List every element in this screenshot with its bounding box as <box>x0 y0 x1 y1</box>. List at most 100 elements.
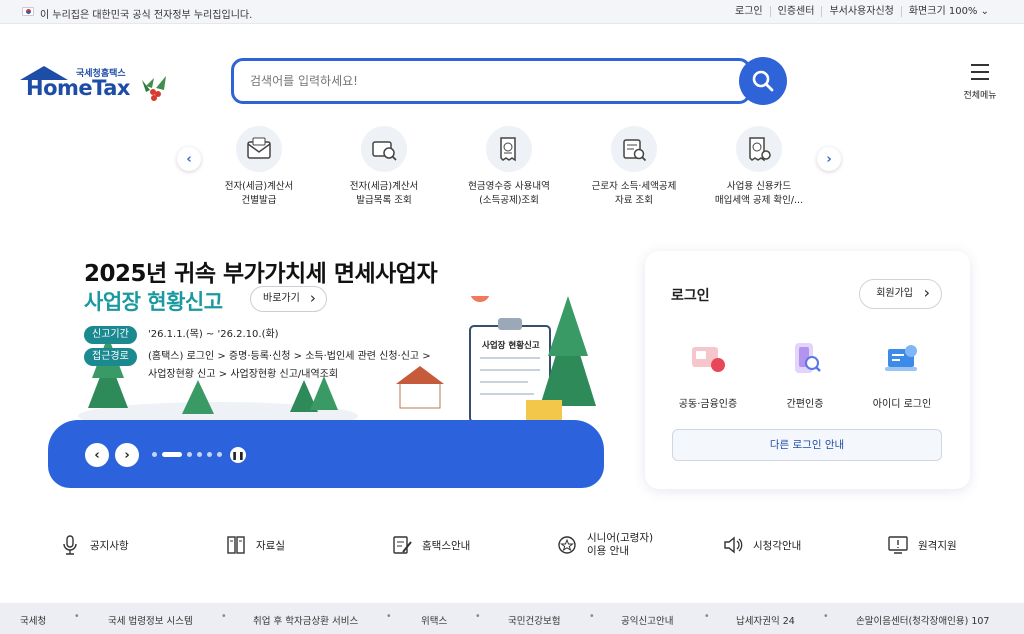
pause-icon: ❚❚ <box>231 450 245 460</box>
service-senior-guide[interactable]: 시니어(고령자) 이용 안내 <box>555 528 653 562</box>
hero-path-line2: 사업장현황 신고 > 사업장현황 신고/내역조회 <box>148 369 339 380</box>
service-hometax-guide[interactable]: 홈택스안내 <box>390 528 470 562</box>
hero-title: 2025년 귀속 부가가치세 면세사업자 <box>84 261 438 287</box>
microphone-icon <box>63 535 77 555</box>
top-link-dept-user[interactable]: 부서사용자신청 <box>821 6 900 17</box>
login-panel: 로그인 회원가입 공동·금융인증 간편인증 아이디 로그인 다른 로그인 안내 <box>645 251 970 489</box>
quick-menu-label-line2: (소득공제)조회 <box>479 195 539 206</box>
quick-menu-item-tax-invoice-list[interactable]: 전자(세금)계산서 발급목록 조회 <box>329 126 439 208</box>
quick-menu-item-cash-receipt[interactable]: 현금영수증 사용내역 (소득공제)조회 <box>454 126 564 208</box>
hero-path-tag: 접근경로 <box>84 348 137 366</box>
service-label-line1: 시니어(고령자) <box>587 532 654 544</box>
hero-path-line1: (홈택스) 로그인 > 증명·등록·신청 > 소득·법인세 관련 신청·신고 > <box>148 351 431 362</box>
simple-auth-icon <box>795 343 821 373</box>
quick-menu-label-line1: 전자(세금)계산서 <box>349 181 419 192</box>
related-site-link[interactable]: 국세 법령정보 시스템 <box>108 613 193 627</box>
simple-login-label: 간편인증 <box>786 399 824 410</box>
archive-icon <box>227 536 245 554</box>
service-label: 공지사항 <box>90 539 129 552</box>
service-label-line2: 이용 안내 <box>587 545 629 557</box>
login-title: 로그인 <box>671 288 710 304</box>
service-notice[interactable]: 공지사항 <box>58 528 129 562</box>
quick-menu-label-line2: 발급목록 조회 <box>356 195 412 206</box>
top-link-cert-center[interactable]: 인증센터 <box>769 6 822 17</box>
certificate-icon <box>692 347 725 372</box>
korea-flag-icon <box>22 7 34 16</box>
quick-menu-item-income-deduction[interactable]: 근로자 소득·세액공제 자료 조회 <box>579 126 689 208</box>
tax-envelope-icon <box>247 137 271 159</box>
service-label: 시청각안내 <box>753 539 802 552</box>
quick-menu-label-line1: 현금영수증 사용내역 <box>468 181 550 192</box>
service-audiovisual-guide[interactable]: 시청각안내 <box>721 528 801 562</box>
pagination-dot[interactable] <box>207 452 212 457</box>
service-label: 원격지원 <box>918 539 957 552</box>
tax-search-icon <box>372 141 397 161</box>
quick-menu-prev-button[interactable]: ‹ <box>177 147 201 171</box>
service-remote-support[interactable]: 원격지원 <box>886 528 957 562</box>
chevron-right-icon: › <box>124 447 130 463</box>
pagination-dot[interactable] <box>152 452 157 457</box>
id-login-label: 아이디 로그인 <box>872 399 932 410</box>
pagination-dot[interactable] <box>187 452 192 457</box>
service-library[interactable]: 자료실 <box>224 528 285 562</box>
related-sites-bar: 국세청 • 국세 법령정보 시스템 • 취업 후 학자금상환 서비스 • 위택스 • 국… <box>0 603 1024 634</box>
cert-login-label: 공동·금융인증 <box>678 399 738 410</box>
id-login-button[interactable]: 아이디 로그인 <box>857 337 947 410</box>
hero-banner[interactable]: 2025년 귀속 부가가치세 면세사업자 사업장 현황신고 바로가기 신고기간 … <box>48 236 604 488</box>
full-menu-button[interactable]: 전체메뉴 <box>958 64 1002 101</box>
quick-menu-next-button[interactable]: › <box>817 147 841 171</box>
gov-notice-text[interactable]: 이 누리집은 대한민국 공식 전자정부 누리집입니다. <box>40 6 252 21</box>
pagination-dot[interactable] <box>217 452 222 457</box>
hero-prev-button[interactable]: ‹ <box>85 443 109 467</box>
search-icon <box>752 70 774 92</box>
card-receipt-icon <box>749 137 771 162</box>
join-button[interactable]: 회원가입 <box>859 279 942 309</box>
monitor-alert-icon <box>888 536 908 554</box>
service-label: 자료실 <box>256 539 285 552</box>
hero-pause-button[interactable]: ❚❚ <box>230 447 246 463</box>
related-site-link[interactable]: 위택스 <box>421 613 447 627</box>
related-site-link[interactable]: 공익신고안내 <box>621 613 673 627</box>
other-login-button[interactable]: 다른 로그인 안내 <box>672 429 942 461</box>
related-site-link[interactable]: 손말이음센터(청각장애인용) 107 <box>856 613 989 627</box>
simple-login-button[interactable]: 간편인증 <box>760 337 850 410</box>
quick-menu-label-line1: 근로자 소득·세액공제 <box>591 181 677 192</box>
search-box <box>231 58 751 104</box>
quick-menu-label-line1: 전자(세금)계산서 <box>224 181 294 192</box>
hero-subtitle: 사업장 현황신고 <box>84 290 223 314</box>
pagination-dot[interactable] <box>197 452 202 457</box>
logo-wordmark: HomeTax <box>26 76 130 100</box>
related-site-link[interactable]: 취업 후 학자금상환 서비스 <box>253 613 358 627</box>
chevron-left-icon: ‹ <box>94 447 100 463</box>
related-site-link[interactable]: 납세자권익 24 <box>736 613 795 627</box>
laptop-id-icon <box>885 345 917 371</box>
hero-next-button[interactable]: › <box>115 443 139 467</box>
pagination-dot-active[interactable] <box>162 452 182 457</box>
quick-menu-label-line2: 자료 조회 <box>615 195 653 206</box>
hero-period-tag: 신고기간 <box>84 326 137 344</box>
speaker-icon <box>724 536 743 554</box>
quick-menu-item-tax-invoice-issue[interactable]: 전자(세금)계산서 건별발급 <box>204 126 314 208</box>
document-pen-icon <box>393 536 412 554</box>
related-site-link[interactable]: 국세청 <box>20 613 46 627</box>
full-menu-label: 전체메뉴 <box>963 91 997 101</box>
quick-menu-label-line2: 매입세액 공제 확인/... <box>714 195 804 206</box>
quick-menu-item-business-card[interactable]: 사업용 신용카드 매입세액 공제 확인/... <box>704 126 814 208</box>
hometax-logo[interactable]: 국세청홈택스 HomeTax <box>20 64 170 106</box>
top-links: 로그인 인증센터 부서사용자신청 화면크기 100% ⌄ <box>728 6 996 17</box>
hero-pagination <box>152 452 222 457</box>
search-button[interactable] <box>739 57 787 105</box>
top-link-login[interactable]: 로그인 <box>728 6 770 17</box>
clipboard-title: 사업장 현황신고 <box>482 341 540 351</box>
document-search-icon <box>623 139 647 162</box>
receipt-icon <box>500 137 516 162</box>
hero-go-button[interactable]: 바로가기 <box>250 286 327 312</box>
cert-login-button[interactable]: 공동·금융인증 <box>663 337 753 410</box>
top-link-zoom[interactable]: 화면크기 100% ⌄ <box>900 6 996 17</box>
gov-notice-bar: 이 누리집은 대한민국 공식 전자정부 누리집입니다. 로그인 인증센터 부서사… <box>0 0 1024 24</box>
chevron-right-icon: › <box>826 151 832 167</box>
related-site-link[interactable]: 국민건강보험 <box>508 613 560 627</box>
quick-menu-label-line2: 건별발급 <box>241 195 277 206</box>
service-label: 홈택스안내 <box>422 539 471 552</box>
search-input[interactable] <box>250 71 690 91</box>
